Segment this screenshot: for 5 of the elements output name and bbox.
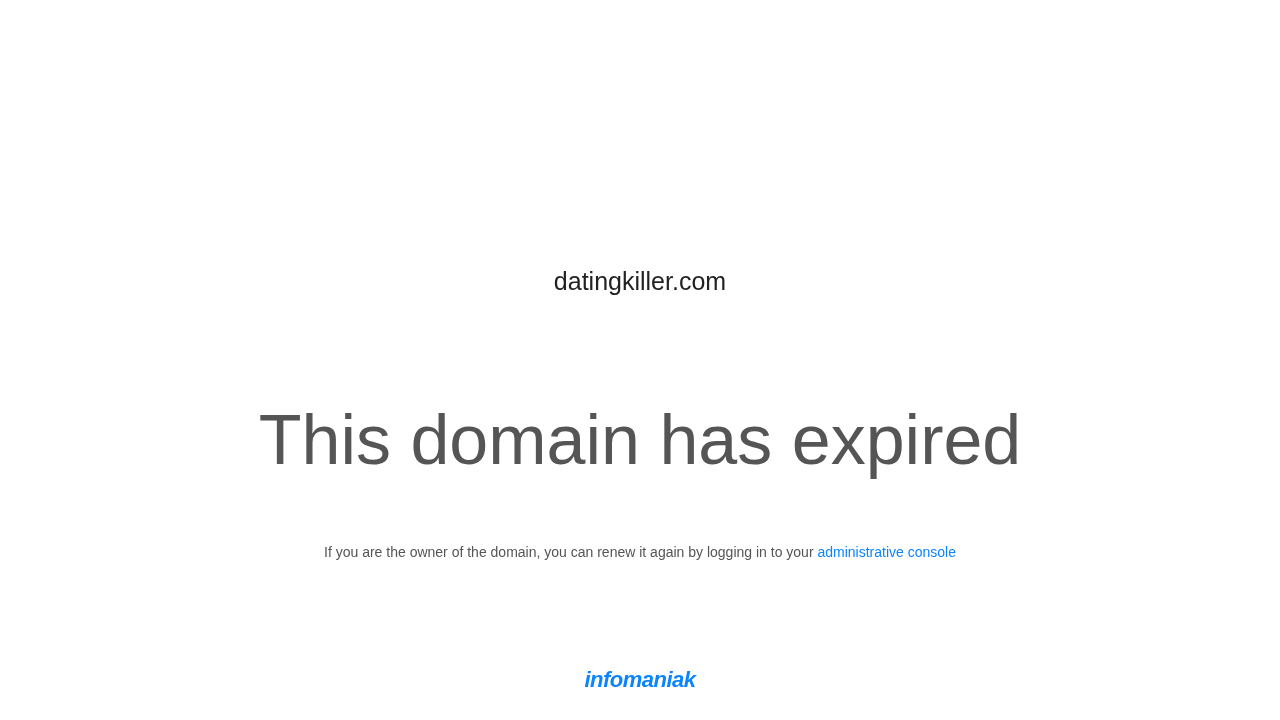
logo: infomaniak — [584, 668, 696, 692]
renew-message: If you are the owner of the domain, you can renew it again by logging in to your administrative console — [324, 543, 956, 562]
headline: This domain has expired — [258, 400, 1022, 481]
domain-name: datingkiller.com — [553, 266, 727, 297]
console-link[interactable]: administrative console — [817, 544, 956, 560]
